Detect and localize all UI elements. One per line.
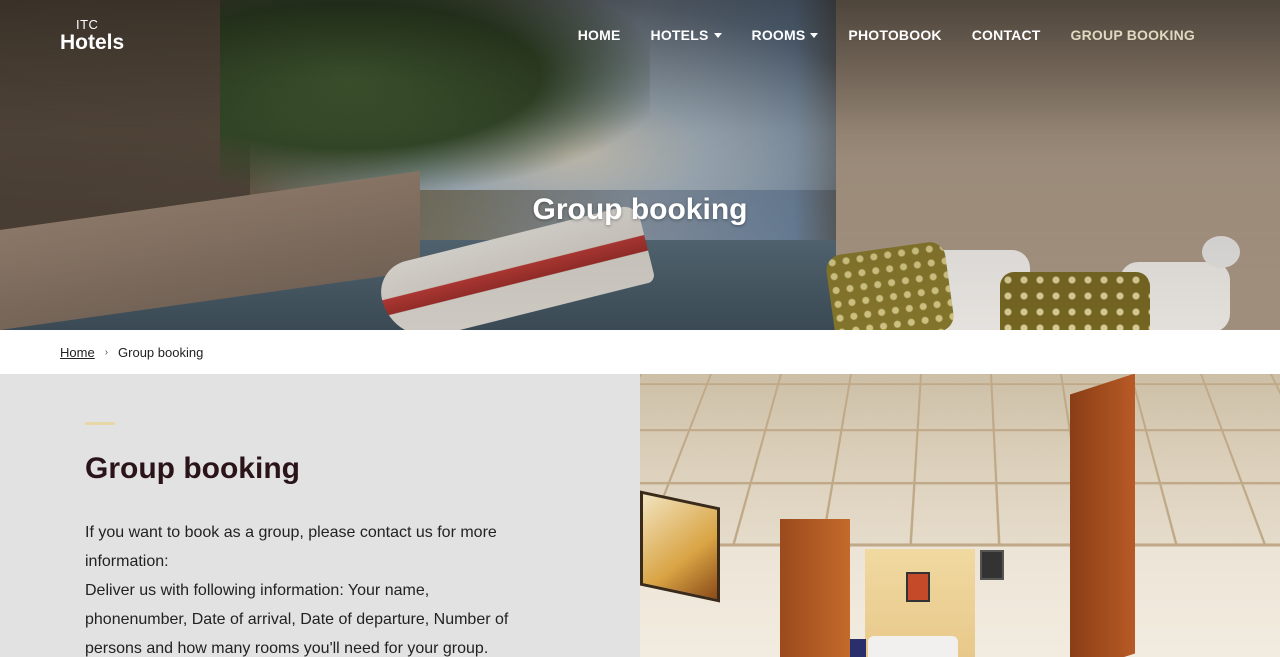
accent-divider [85,422,115,425]
room-ceiling [640,374,1280,546]
breadcrumb: Home › Group booking [60,330,203,374]
nav-label: CONTACT [972,26,1041,44]
paragraph-details: Deliver us with following information: Y… [85,576,515,657]
caret-down-icon [714,33,722,38]
room-door [1070,374,1135,657]
room-chair [850,639,866,657]
logo-small-text: ITC [60,18,124,31]
content-panel: Group booking If you want to book as a g… [0,374,640,657]
nav-label: ROOMS [752,26,806,44]
nav-label: GROUP BOOKING [1071,26,1195,44]
room-painting [906,572,930,602]
main-nav: HOME HOTELS ROOMS PHOTOBOOK CONTACT GROU… [578,26,1195,44]
room-wardrobe [780,519,850,657]
hero-banner: ITC Hotels HOME HOTELS ROOMS PHOTOBOOK C… [0,0,1280,330]
nav-item-group-booking[interactable]: GROUP BOOKING [1071,26,1195,44]
nav-item-hotels[interactable]: HOTELS [651,26,722,44]
chevron-right-icon: › [105,347,108,358]
nav-item-home[interactable]: HOME [578,26,621,44]
nav-item-contact[interactable]: CONTACT [972,26,1041,44]
logo-big-text: Hotels [60,32,124,53]
section-title: Group booking [85,452,300,486]
nav-label: HOME [578,26,621,44]
site-logo[interactable]: ITC Hotels [60,18,124,53]
room-wall-art [640,490,720,602]
hotel-room-image [640,374,1280,657]
breadcrumb-current: Group booking [118,345,203,360]
nav-item-photobook[interactable]: PHOTOBOOK [848,26,941,44]
nav-label: PHOTOBOOK [848,26,941,44]
hero-title: Group booking [0,193,1280,227]
breadcrumb-home-link[interactable]: Home [60,345,95,360]
caret-down-icon [810,33,818,38]
room-tv [980,550,1004,580]
paragraph-intro: If you want to book as a group, please c… [85,518,515,576]
nav-label: HOTELS [651,26,709,44]
room-bed [868,636,958,657]
hero-overlay [0,0,1280,330]
body-text: If you want to book as a group, please c… [85,518,515,657]
nav-item-rooms[interactable]: ROOMS [752,26,819,44]
